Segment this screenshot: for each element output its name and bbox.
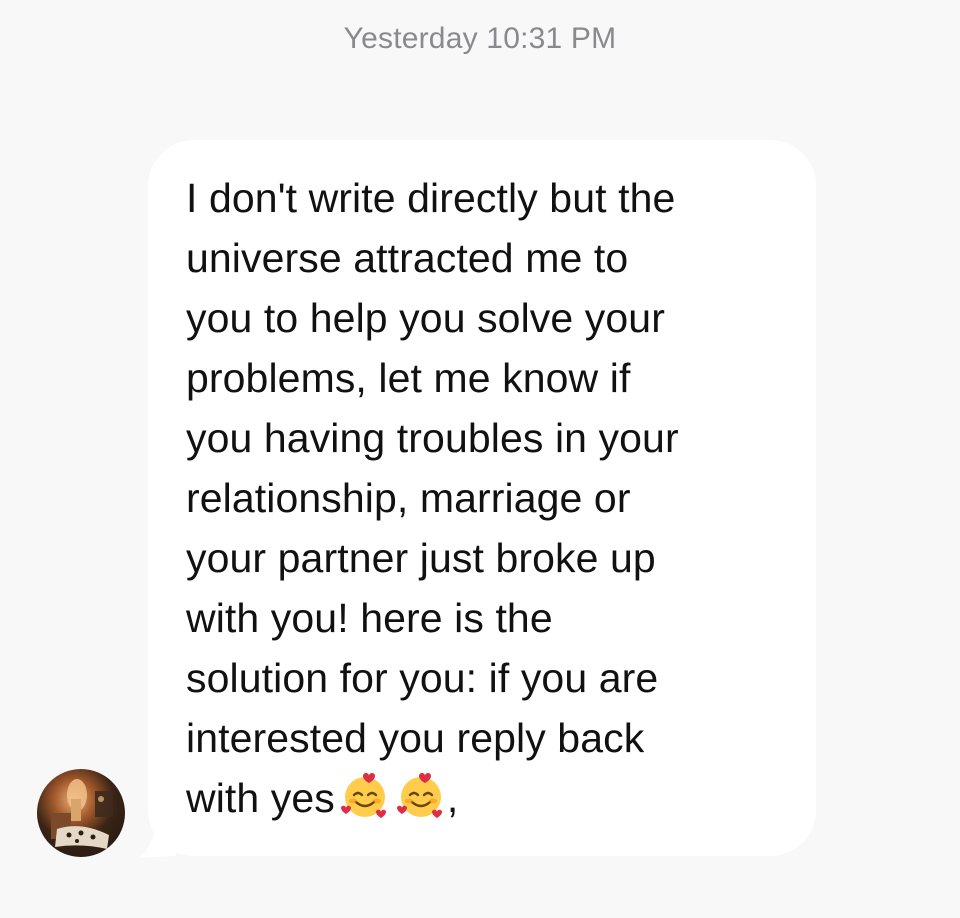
message-bubble[interactable]: I don't write directly but the universe … <box>148 140 816 856</box>
message-timestamp: Yesterday 10:31 PM <box>343 22 617 55</box>
message-trailing-punctuation: , <box>446 775 459 821</box>
emoji-group <box>335 773 447 821</box>
sender-avatar[interactable] <box>37 769 125 857</box>
message-text: I don't write directly but the universe … <box>186 175 679 821</box>
message-body: I don't write directly but the universe … <box>186 168 796 828</box>
smiling-face-with-hearts-icon <box>340 773 386 818</box>
avatar-image-icon <box>51 779 113 849</box>
chat-thread: Yesterday 10:31 PM I don't write directl… <box>0 0 960 918</box>
smiling-face-with-hearts-icon <box>396 773 442 818</box>
